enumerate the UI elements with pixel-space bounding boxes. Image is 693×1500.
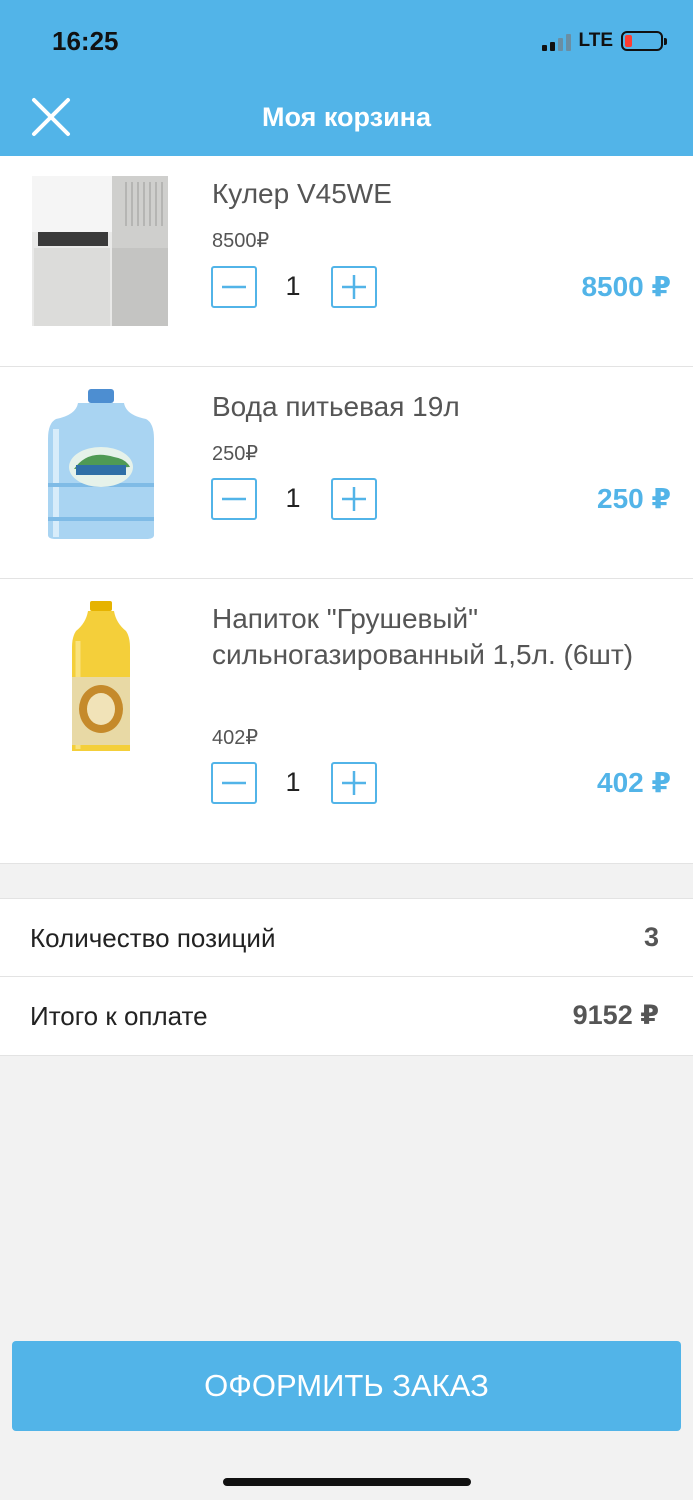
positions-count: 3 xyxy=(643,922,659,952)
cart-list: Кулер V45WE 8500₽ 1 8500 ₽ Вода питьевая… xyxy=(0,156,693,864)
item-unit-price: 250₽ xyxy=(212,443,259,465)
status-time: 16:25 xyxy=(52,26,119,56)
total-value: 9152 ₽ xyxy=(572,1000,659,1030)
item-total: 8500 ₽ xyxy=(581,271,671,302)
decrease-quantity-button[interactable] xyxy=(211,478,257,520)
plus-icon xyxy=(342,487,366,511)
increase-quantity-button[interactable] xyxy=(331,266,377,308)
quantity-value: 1 xyxy=(285,767,301,797)
signal-icon xyxy=(541,31,571,51)
decrease-quantity-button[interactable] xyxy=(211,762,257,804)
item-name: Вода питьевая 19л xyxy=(212,391,460,422)
decrease-quantity-button[interactable] xyxy=(211,266,257,308)
order-summary: Количество позиций 3 Итого к оплате 9152… xyxy=(0,898,693,1056)
app-header: 16:25 LTE Моя корзина xyxy=(0,0,693,156)
minus-icon xyxy=(222,285,246,289)
increase-quantity-button[interactable] xyxy=(331,762,377,804)
item-unit-price: 8500₽ xyxy=(212,230,270,252)
quantity-value: 1 xyxy=(285,271,301,301)
home-indicator[interactable] xyxy=(223,1478,471,1486)
quantity-value: 1 xyxy=(285,483,301,513)
item-unit-price: 402₽ xyxy=(212,727,259,749)
item-total: 250 ₽ xyxy=(597,483,671,514)
total-label: Итого к оплате xyxy=(30,1001,208,1031)
product-image-cooler xyxy=(26,176,176,326)
cart-item: Напиток "Грушевый" сильногазированный 1,… xyxy=(0,579,693,864)
cart-item: Кулер V45WE 8500₽ 1 8500 ₽ xyxy=(0,156,693,367)
checkout-button[interactable]: ОФОРМИТЬ ЗАКАЗ xyxy=(12,1341,681,1431)
product-image-water-bottle xyxy=(26,389,176,539)
summary-positions-row: Количество позиций 3 xyxy=(0,898,693,977)
item-name: Кулер V45WE xyxy=(212,178,392,209)
cart-item: Вода питьевая 19л 250₽ 1 250 ₽ xyxy=(0,367,693,579)
minus-icon xyxy=(222,781,246,785)
minus-icon xyxy=(222,497,246,501)
battery-icon xyxy=(621,31,667,51)
positions-label: Количество позиций xyxy=(30,923,276,953)
item-name: Напиток "Грушевый" сильногазированный 1,… xyxy=(212,603,634,670)
status-indicators: LTE xyxy=(541,30,667,52)
page-title: Моя корзина xyxy=(261,102,431,132)
network-type: LTE xyxy=(578,30,613,51)
product-image-soda-bottle xyxy=(26,601,176,751)
summary-total-row: Итого к оплате 9152 ₽ xyxy=(0,977,693,1056)
increase-quantity-button[interactable] xyxy=(331,478,377,520)
plus-icon xyxy=(342,275,366,299)
item-total: 402 ₽ xyxy=(597,767,671,798)
plus-icon xyxy=(342,771,366,795)
